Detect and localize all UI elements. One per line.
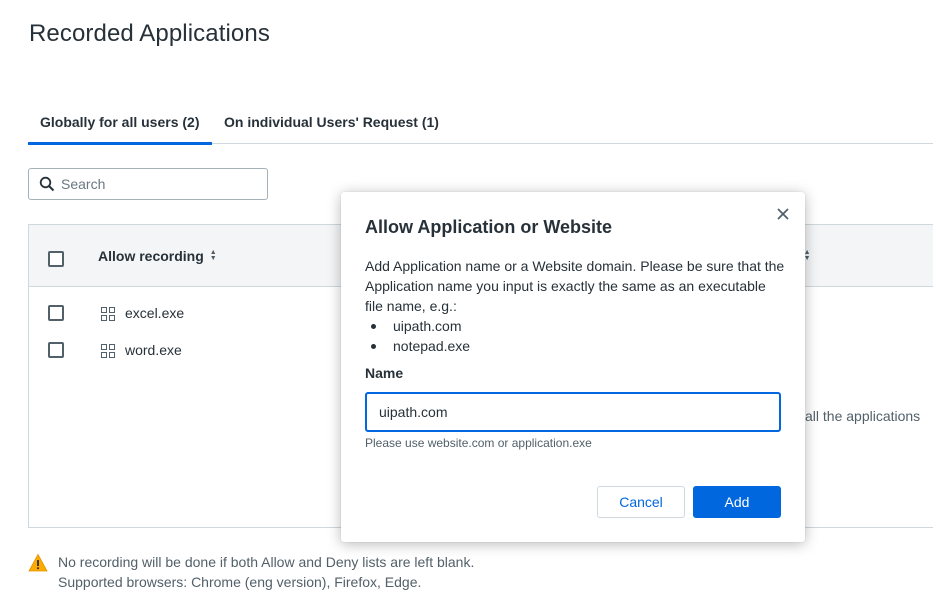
list-item: uipath.com [365, 316, 470, 336]
close-icon[interactable] [773, 204, 793, 224]
name-input[interactable] [365, 392, 781, 432]
examples-list: uipath.com notepad.exe [365, 316, 470, 356]
list-item: notepad.exe [365, 336, 470, 356]
cancel-button[interactable]: Cancel [597, 486, 685, 518]
allow-application-dialog: Allow Application or Website Add Applica… [341, 192, 805, 542]
dialog-title: Allow Application or Website [365, 217, 613, 237]
add-button[interactable]: Add [693, 486, 781, 518]
name-field-label: Name [365, 365, 404, 381]
dialog-description: Add Application name or a Website domain… [365, 258, 785, 314]
name-helper-text: Please use website.com or application.ex… [365, 436, 592, 450]
